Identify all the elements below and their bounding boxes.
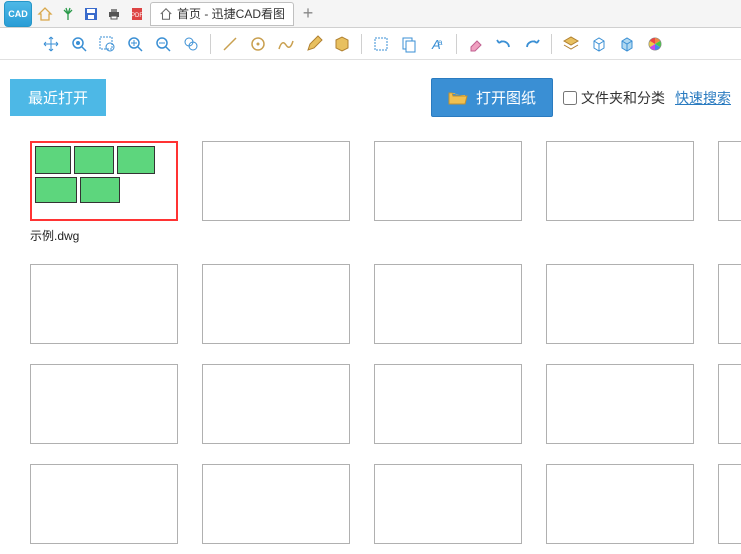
file-thumbnail[interactable] [718,141,741,221]
file-cell[interactable] [374,141,522,244]
pdf-icon[interactable]: PDF [127,4,147,24]
zoom-in-icon[interactable] [124,33,146,55]
file-thumbnail[interactable] [546,264,694,344]
zoom-realtime-icon[interactable] [180,33,202,55]
palm-icon[interactable] [58,4,78,24]
tab-title: 首页 - 迅捷CAD看图 [177,5,285,22]
header-row: 最近打开 打开图纸 文件夹和分类 快速搜索 [10,78,731,117]
recent-files-tab[interactable]: 最近打开 [10,79,106,116]
toolbar-separator [361,34,362,54]
preview-shape [35,177,77,203]
undo-icon[interactable] [493,33,515,55]
folder-category-input[interactable] [563,91,577,105]
folder-category-checkbox[interactable]: 文件夹和分类 [563,88,665,108]
toolbar: Aa [0,28,741,60]
file-thumbnail[interactable] [374,141,522,221]
crop-icon[interactable] [370,33,392,55]
line-icon[interactable] [219,33,241,55]
preview-shape [74,146,114,174]
file-cell[interactable] [202,264,350,344]
zoom-extents-icon[interactable] [68,33,90,55]
polyline-icon[interactable] [275,33,297,55]
quick-search-link[interactable]: 快速搜索 [675,88,731,108]
file-cell[interactable] [546,464,694,544]
file-thumbnail[interactable] [202,364,350,444]
zoom-window-icon[interactable] [96,33,118,55]
layer-icon[interactable] [560,33,582,55]
zoom-out-icon[interactable] [152,33,174,55]
file-thumbnail[interactable] [374,464,522,544]
circle-icon[interactable] [247,33,269,55]
preview-shape [80,177,120,203]
redo-icon[interactable] [521,33,543,55]
file-thumbnail[interactable] [30,141,178,221]
new-tab-button[interactable]: + [297,3,319,25]
open-drawing-button[interactable]: 打开图纸 [431,78,553,117]
file-thumbnail[interactable] [374,264,522,344]
file-cell[interactable] [202,464,350,544]
file-thumbnail[interactable] [718,264,741,344]
file-cell[interactable] [546,264,694,344]
file-thumbnail[interactable] [718,364,741,444]
file-thumbnail[interactable] [30,264,178,344]
app-logo: CAD [4,1,32,27]
title-bar: CAD PDF 首页 - 迅捷CAD看图 + [0,0,741,28]
svg-text:PDF: PDF [131,13,143,19]
pan-icon[interactable] [40,33,62,55]
file-cell[interactable] [30,464,178,544]
file-cell[interactable] [718,464,741,544]
text-icon[interactable]: Aa [426,33,448,55]
file-thumbnail[interactable] [718,464,741,544]
colorwheel-icon[interactable] [644,33,666,55]
file-thumbnail[interactable] [546,364,694,444]
window-tab[interactable]: 首页 - 迅捷CAD看图 [150,2,294,26]
save-icon[interactable] [81,4,101,24]
file-thumbnail[interactable] [546,464,694,544]
file-cell[interactable] [30,364,178,444]
file-thumbnail[interactable] [202,141,350,221]
pencil-icon[interactable] [303,33,325,55]
content-area: 最近打开 打开图纸 文件夹和分类 快速搜索 示例.dwg [0,60,741,554]
preview-shape [117,146,155,174]
file-cell[interactable] [374,464,522,544]
right-controls: 打开图纸 文件夹和分类 快速搜索 [431,78,731,117]
file-cell[interactable] [30,264,178,344]
preview-shape [35,146,71,174]
file-cell[interactable]: 示例.dwg [30,141,178,244]
file-grid: 示例.dwg [10,141,731,544]
tab-home-icon [159,7,173,21]
file-thumbnail[interactable] [374,364,522,444]
svg-text:a: a [438,38,443,47]
file-cell[interactable] [374,264,522,344]
folder-open-icon [448,90,468,106]
file-cell[interactable] [202,141,350,244]
file-name-label: 示例.dwg [30,227,178,244]
file-cell[interactable] [718,264,741,344]
file-cell[interactable] [718,364,741,444]
box3d-icon[interactable] [588,33,610,55]
eraser-icon[interactable] [465,33,487,55]
file-cell[interactable] [546,141,694,244]
file-thumbnail[interactable] [546,141,694,221]
toolbar-separator [551,34,552,54]
file-cell[interactable] [202,364,350,444]
file-cell[interactable] [546,364,694,444]
print-icon[interactable] [104,4,124,24]
home-icon[interactable] [35,4,55,24]
toolbar-separator [210,34,211,54]
cube-icon[interactable] [616,33,638,55]
file-thumbnail[interactable] [30,364,178,444]
file-cell[interactable] [718,141,741,244]
toolbar-separator [456,34,457,54]
region-icon[interactable] [331,33,353,55]
file-thumbnail[interactable] [30,464,178,544]
file-thumbnail[interactable] [202,464,350,544]
file-cell[interactable] [374,364,522,444]
copy-icon[interactable] [398,33,420,55]
file-thumbnail[interactable] [202,264,350,344]
